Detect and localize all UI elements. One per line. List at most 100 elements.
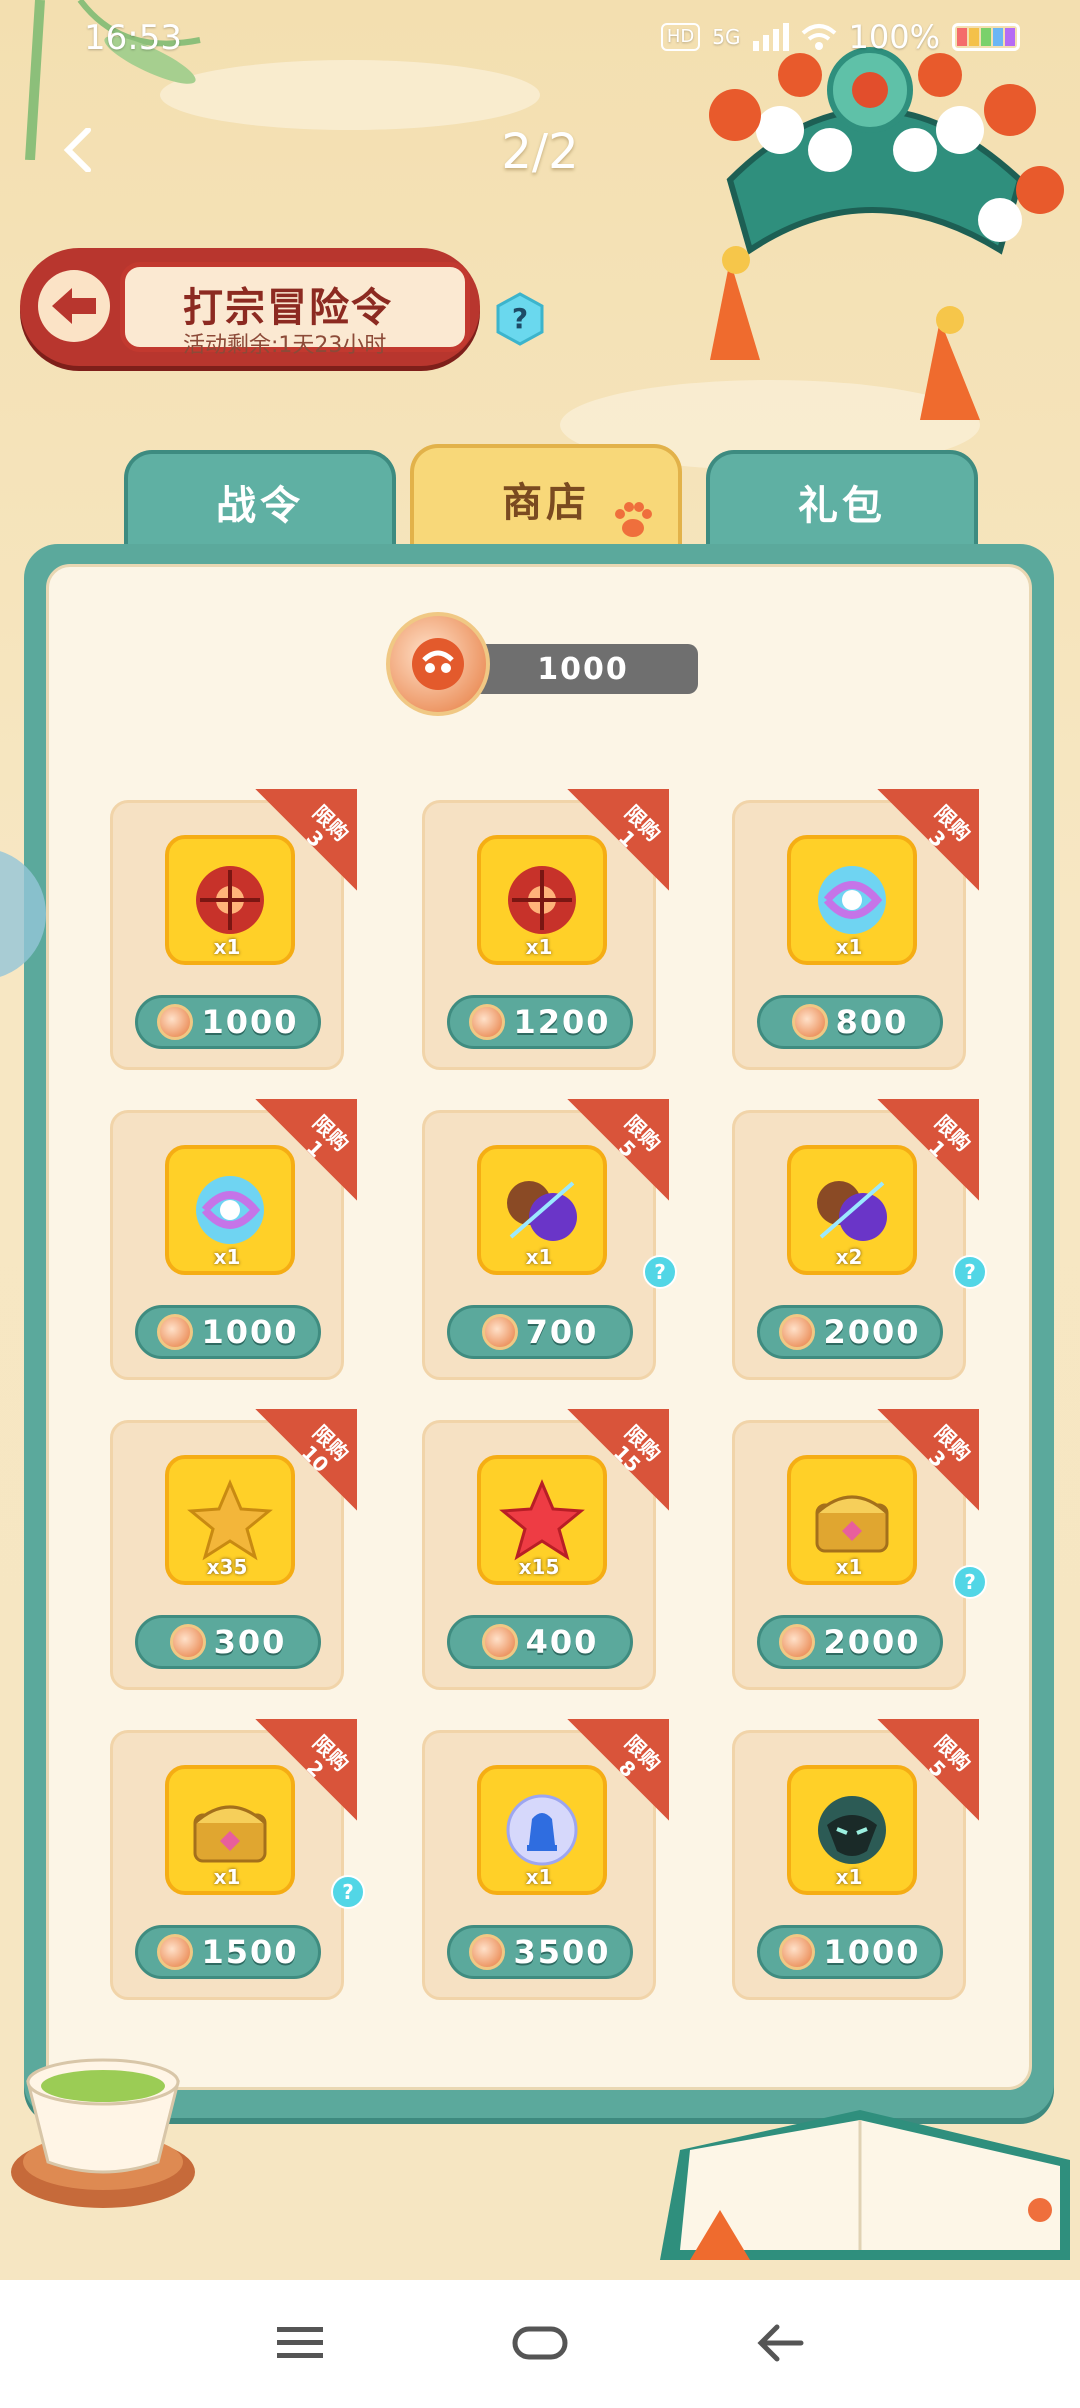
token-coin-icon	[469, 1004, 506, 1040]
battery-percent: 100%	[848, 18, 940, 56]
purchase-limit-ribbon: 限购 15	[545, 1409, 669, 1533]
help-icon-label: ?	[512, 302, 528, 335]
back-arrow-button[interactable]	[38, 270, 110, 342]
purchase-limit-ribbon: 限购 10	[233, 1409, 357, 1533]
currency-balance: 1000	[468, 644, 698, 694]
shop-item-card[interactable]: x1 限购 3 1000	[110, 789, 357, 1070]
shop-item-card[interactable]: x1 限购 5 700?	[422, 1099, 677, 1380]
battery-icon	[952, 23, 1020, 51]
purchase-limit-ribbon: 限购 5	[855, 1719, 979, 1843]
price-value: 3500	[513, 1933, 611, 1971]
tab-label: 战令	[216, 483, 304, 529]
item-quantity: x1	[213, 935, 241, 959]
price-value: 1200	[513, 1003, 611, 1041]
price-value: 400	[525, 1623, 599, 1661]
token-coin-icon	[481, 1314, 518, 1350]
token-coin-icon	[791, 1004, 828, 1040]
purchase-limit-ribbon: 限购 5	[545, 1099, 669, 1223]
item-info-icon[interactable]: ?	[331, 1875, 365, 1909]
shop-item-card[interactable]: x1 限购 8 3500	[422, 1719, 669, 2000]
price-button[interactable]: 800	[757, 995, 943, 1049]
shop-item-card[interactable]: x1 限购 1 1000	[110, 1099, 357, 1380]
event-time-remaining: 活动剩余:1天23小时	[183, 333, 387, 358]
paw-icon	[615, 502, 652, 537]
item-quantity: x1	[213, 1245, 241, 1269]
price-value: 2000	[823, 1313, 921, 1351]
tab-gift-pack[interactable]: 礼包	[706, 450, 978, 550]
token-coin-icon	[779, 1934, 816, 1970]
token-coin-icon	[481, 1624, 518, 1660]
item-quantity: x1	[525, 1245, 553, 1269]
wifi-icon	[801, 24, 836, 50]
price-value: 300	[213, 1623, 287, 1661]
status-bar: 16:53 HD 5G 100%	[0, 0, 1080, 80]
help-icon[interactable]: ?	[496, 292, 544, 346]
purchase-limit-ribbon: 限购 3	[855, 789, 979, 913]
menu-button[interactable]	[260, 2310, 340, 2376]
event-title-banner: 打宗冒险令 活动剩余:1天23小时	[20, 248, 480, 366]
back-icon	[757, 2324, 804, 2362]
left-arrow-icon	[52, 288, 96, 324]
purchase-limit-ribbon: 限购 1	[855, 1099, 979, 1223]
price-button[interactable]: 1200	[447, 995, 633, 1049]
price-button[interactable]: 400	[447, 1615, 633, 1669]
teacup-decoration	[8, 2042, 198, 2212]
shop-item-card[interactable]: x1 限购 3 800	[732, 789, 979, 1070]
token-coin-icon	[157, 1314, 194, 1350]
price-value: 1500	[201, 1933, 299, 1971]
event-title-card: 打宗冒险令 活动剩余:1天23小时	[120, 262, 470, 358]
status-time: 16:53	[84, 18, 182, 58]
purchase-limit-ribbon: 限购 1	[233, 1099, 357, 1223]
shop-item-card[interactable]: x35 限购 10 300	[110, 1409, 357, 1690]
token-coin-icon	[386, 612, 490, 716]
token-coin-icon	[157, 1934, 194, 1970]
shop-item-card[interactable]: x1 限购 5 1000	[732, 1719, 979, 2000]
item-quantity: x1	[525, 935, 553, 959]
system-navigation-bar	[0, 2280, 1080, 2408]
item-quantity: x1	[525, 1865, 553, 1889]
tab-label: 商店	[502, 480, 590, 526]
price-button[interactable]: 1000	[135, 1305, 321, 1359]
purchase-limit-ribbon: 限购 2	[233, 1719, 357, 1843]
price-value: 2000	[823, 1623, 921, 1661]
shop-item-card[interactable]: x1 限购 2 1500?	[110, 1719, 365, 2000]
page-indicator: 2/2	[501, 124, 579, 180]
item-info-icon[interactable]: ?	[953, 1565, 987, 1599]
price-button[interactable]: 1000	[757, 1925, 943, 1979]
book-decoration	[660, 2090, 1080, 2260]
currency-display: 1000	[386, 612, 716, 722]
tab-battle-pass[interactable]: 战令	[124, 450, 396, 550]
event-title: 打宗冒险令	[183, 285, 393, 331]
opera-headdress-decoration	[709, 47, 1064, 420]
price-button[interactable]: 300	[135, 1615, 321, 1669]
item-info-icon[interactable]: ?	[953, 1255, 987, 1289]
price-button[interactable]: 2000	[757, 1305, 943, 1359]
price-value: 800	[835, 1003, 909, 1041]
back-chevron-icon[interactable]	[58, 128, 102, 172]
token-coin-icon	[779, 1624, 816, 1660]
status-icons: HD 5G 100%	[660, 18, 1020, 56]
shop-item-card[interactable]: x1 限购 3 2000?	[732, 1409, 987, 1690]
system-back-button[interactable]	[740, 2310, 820, 2376]
purchase-limit-ribbon: 限购 1	[545, 789, 669, 913]
price-button[interactable]: 2000	[757, 1615, 943, 1669]
price-button[interactable]: 700	[447, 1305, 633, 1359]
item-info-icon[interactable]: ?	[643, 1255, 677, 1289]
price-button[interactable]: 1000	[135, 995, 321, 1049]
home-button[interactable]	[500, 2310, 580, 2376]
network-label: 5G	[712, 25, 741, 49]
shop-item-card[interactable]: x1 限购 1 1200	[422, 789, 669, 1070]
tab-shop[interactable]: 商店	[410, 444, 682, 550]
purchase-limit-ribbon: 限购 8	[545, 1719, 669, 1843]
shop-item-card[interactable]: x15 限购 15 400	[422, 1409, 669, 1690]
price-button[interactable]: 3500	[447, 1925, 633, 1979]
token-coin-icon	[169, 1624, 206, 1660]
shop-item-card[interactable]: x2 限购 1 2000?	[732, 1099, 987, 1380]
item-quantity: x1	[835, 1555, 863, 1579]
tab-bar: 战令 商店 礼包	[124, 444, 978, 550]
hd-icon: HD	[660, 23, 701, 51]
price-button[interactable]: 1500	[135, 1925, 321, 1979]
signal-icon	[752, 23, 789, 51]
price-value: 1000	[201, 1313, 299, 1351]
token-coin-icon	[157, 1004, 194, 1040]
